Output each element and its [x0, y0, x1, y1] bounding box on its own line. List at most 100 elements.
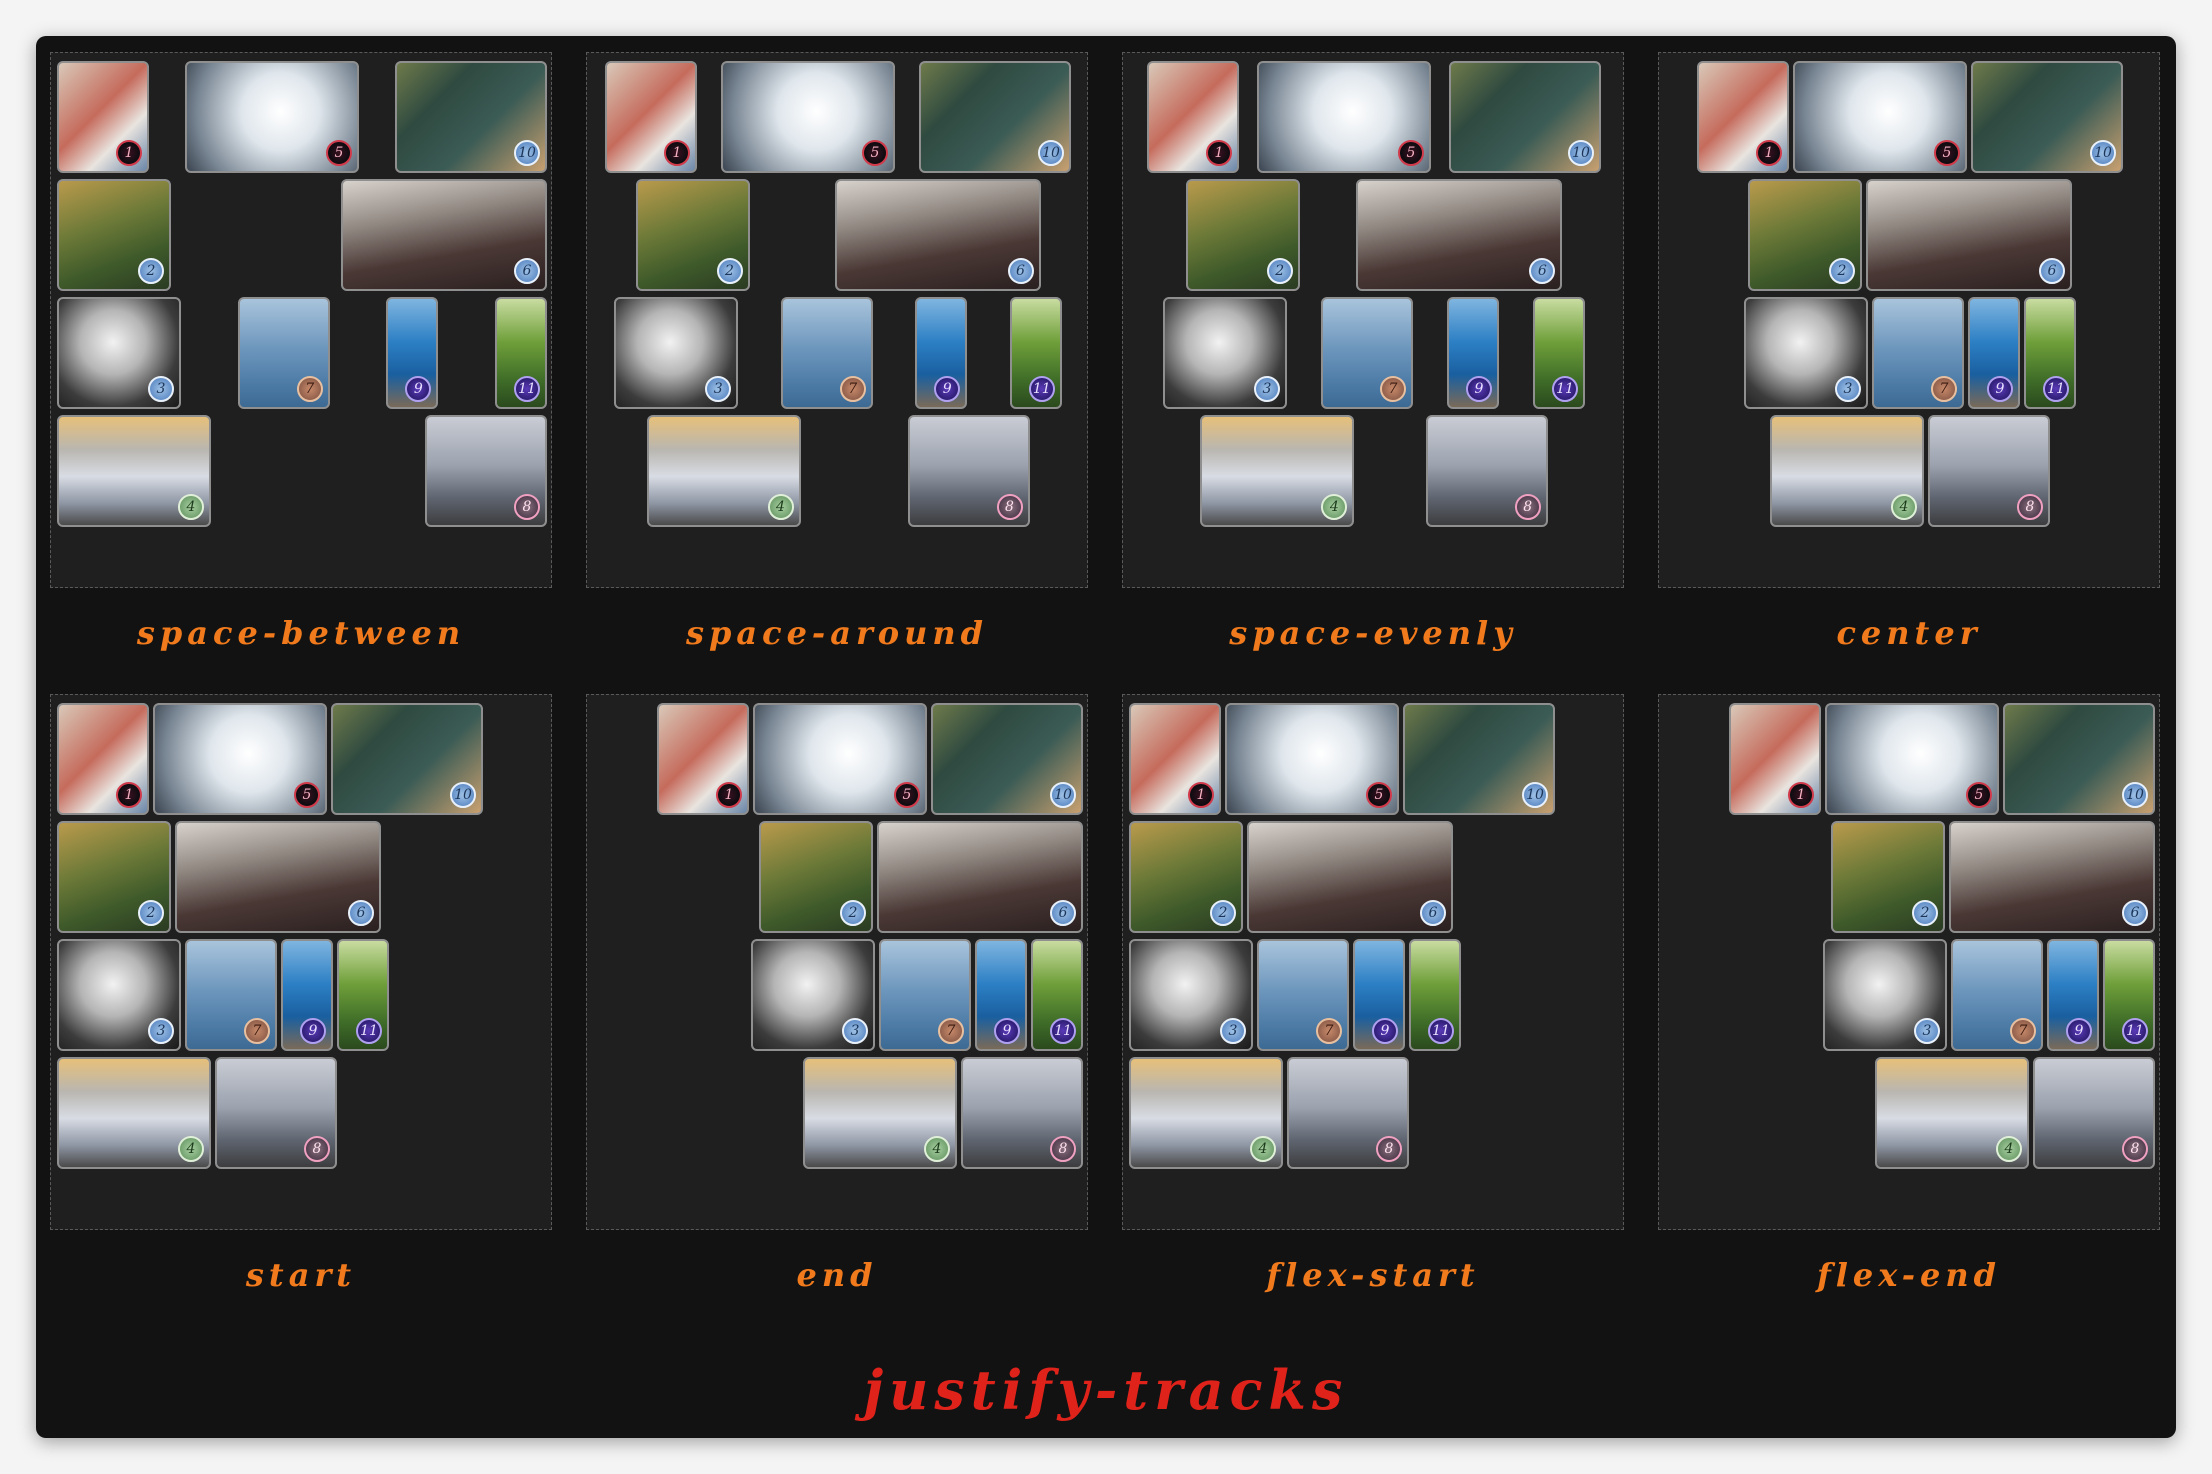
item-number-badge: 5: [326, 140, 352, 166]
item-number-badge: 9: [1372, 1018, 1398, 1044]
item-number-badge: 10: [514, 140, 540, 166]
item-number-badge: 5: [1366, 782, 1392, 808]
misty-cliff-photo: 8: [425, 415, 547, 527]
item-number-badge: 7: [244, 1018, 270, 1044]
canyon-photo: 2: [1748, 179, 1862, 291]
item-number-badge: 10: [1050, 782, 1076, 808]
old-tv-photo: 3: [1163, 297, 1287, 409]
sea-of-clouds-photo: 7: [237, 297, 330, 409]
hand-writing-photo: 1: [57, 61, 149, 173]
item-number-badge: 4: [178, 1136, 204, 1162]
item-number-badge: 4: [1250, 1136, 1276, 1162]
panel-label-start: start: [245, 1256, 357, 1294]
canyon-photo: 2: [635, 179, 750, 291]
canyon-photo: 2: [1831, 821, 1945, 933]
panel-label-center: center: [1836, 614, 1982, 652]
item-number-badge: 4: [767, 494, 794, 520]
item-number-badge: 1: [716, 782, 742, 808]
car-dashboard-photo: 6: [175, 821, 381, 933]
car-dashboard-photo: 6: [877, 821, 1083, 933]
hand-writing-photo: 1: [1697, 61, 1789, 173]
item-number-badge: 6: [1529, 258, 1556, 284]
item-number-badge: 4: [1321, 494, 1348, 520]
item-number-badge: 7: [2010, 1018, 2036, 1044]
sea-of-clouds-photo: 7: [1257, 939, 1349, 1051]
ereader-photo: 10: [1971, 61, 2123, 173]
forest-tree-photo: 11: [337, 939, 389, 1051]
hand-writing-photo: 1: [1729, 703, 1821, 815]
item-number-badge: 2: [840, 900, 866, 926]
laptop-light-photo: 5: [153, 703, 327, 815]
ereader-photo: 10: [931, 703, 1083, 815]
item-number-badge: 7: [938, 1018, 964, 1044]
item-number-badge: 4: [924, 1136, 950, 1162]
ereader-photo: 10: [1449, 61, 1601, 173]
forest-tree-photo: 11: [1009, 297, 1062, 409]
item-number-badge: 8: [1514, 494, 1541, 520]
laptop-light-photo: 5: [753, 703, 927, 815]
old-tv-photo: 3: [57, 939, 181, 1051]
hand-writing-photo: 1: [1129, 703, 1221, 815]
ereader-photo: 10: [395, 61, 547, 173]
item-number-badge: 3: [148, 1018, 174, 1044]
laptop-light-photo: 5: [721, 61, 895, 173]
item-number-badge: 1: [116, 140, 142, 166]
old-tv-photo: 3: [1823, 939, 1947, 1051]
item-number-badge: 4: [178, 494, 204, 520]
item-number-badge: 5: [1934, 140, 1960, 166]
canyon-photo: 2: [57, 179, 171, 291]
figure-canvas: justify-tracks 1 5 10 2 6 3 7 9 11 4 8 space-betwee…: [36, 36, 2176, 1438]
hand-writing-photo: 1: [1147, 61, 1239, 173]
panel-label-flex-start: flex-start: [1266, 1256, 1480, 1294]
misty-cliff-photo: 8: [961, 1057, 1083, 1169]
laptop-light-photo: 5: [1225, 703, 1399, 815]
panel-label-end: end: [796, 1256, 878, 1294]
forest-tree-photo: 11: [1533, 297, 1585, 409]
old-tv-photo: 3: [751, 939, 875, 1051]
panel-label-space-evenly: space-evenly: [1229, 614, 1517, 652]
car-dashboard-photo: 6: [1247, 821, 1453, 933]
old-tv-photo: 3: [57, 297, 181, 409]
sea-of-clouds-photo: 7: [1951, 939, 2043, 1051]
panel-space-evenly: 1 5 10 2 6 3 7 9 11 4 8: [1122, 52, 1624, 588]
ereader-photo: 10: [2003, 703, 2155, 815]
item-number-badge: 9: [1466, 376, 1492, 402]
item-number-badge: 1: [1788, 782, 1814, 808]
item-number-badge: 9: [405, 376, 432, 402]
panel-space-between: 1 5 10 2 6 3 7 9 11 4 8: [50, 52, 552, 588]
item-number-badge: 5: [294, 782, 320, 808]
laptop-light-photo: 5: [1825, 703, 1999, 815]
canyon-photo: 2: [1129, 821, 1243, 933]
item-number-badge: 8: [514, 494, 540, 520]
fjord-photo: 9: [1968, 297, 2020, 409]
item-number-badge: 2: [1210, 900, 1236, 926]
car-dashboard-photo: 6: [1866, 179, 2072, 291]
misty-cliff-photo: 8: [907, 415, 1030, 527]
forest-tree-photo: 11: [1409, 939, 1461, 1051]
sea-of-clouds-photo: 7: [1872, 297, 1964, 409]
misty-cliff-photo: 8: [1425, 415, 1548, 527]
fjord-photo: 9: [2047, 939, 2099, 1051]
ereader-photo: 10: [1403, 703, 1555, 815]
item-number-badge: 9: [994, 1018, 1020, 1044]
hand-writing-photo: 1: [605, 61, 697, 173]
car-dashboard-photo: 6: [834, 179, 1041, 291]
canyon-photo: 2: [1185, 179, 1300, 291]
item-number-badge: 10: [1522, 782, 1548, 808]
ereader-photo: 10: [331, 703, 483, 815]
panel-flex-end: 1 5 10 2 6 3 7 9 11 4 8: [1658, 694, 2160, 1230]
item-number-badge: 3: [705, 376, 732, 402]
forest-tree-photo: 11: [2103, 939, 2155, 1051]
item-number-badge: 10: [1038, 140, 1064, 166]
canyon-photo: 2: [57, 821, 171, 933]
item-number-badge: 11: [356, 1018, 382, 1044]
hand-writing-photo: 1: [57, 703, 149, 815]
item-number-badge: 2: [138, 258, 164, 284]
item-number-badge: 6: [1050, 900, 1076, 926]
item-number-badge: 6: [348, 900, 374, 926]
item-number-badge: 11: [2122, 1018, 2148, 1044]
item-number-badge: 6: [514, 258, 540, 284]
panel-center: 1 5 10 2 6 3 7 9 11 4 8: [1658, 52, 2160, 588]
fjord-photo: 9: [1353, 939, 1405, 1051]
item-number-badge: 10: [2122, 782, 2148, 808]
